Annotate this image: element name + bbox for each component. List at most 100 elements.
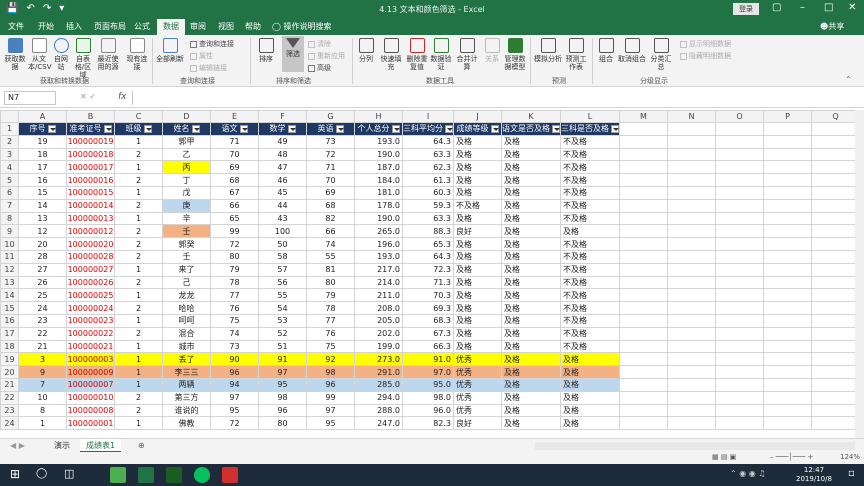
cell[interactable]: [763, 377, 812, 392]
insert-function-icon[interactable]: fx: [118, 92, 127, 102]
cell[interactable]: [619, 275, 668, 290]
cell[interactable]: [715, 403, 764, 418]
cell[interactable]: 及格: [501, 416, 561, 431]
cell[interactable]: [667, 339, 716, 354]
refresh-all-button[interactable]: 全部刷新: [156, 38, 184, 63]
windows-start-icon[interactable]: ⊞: [10, 467, 20, 481]
cell[interactable]: [811, 365, 860, 379]
cell[interactable]: 76: [210, 301, 259, 315]
cancel-confirm-icons[interactable]: ✕ ✓: [80, 92, 96, 101]
cell[interactable]: [763, 134, 812, 149]
data-validation-button[interactable]: 数据验证: [430, 38, 452, 71]
cell[interactable]: 59.3: [402, 198, 454, 213]
cell[interactable]: 291.0: [354, 365, 403, 379]
cell[interactable]: [667, 416, 716, 431]
row-header[interactable]: 15: [0, 301, 19, 315]
ungroup-button[interactable]: 取消组合: [618, 38, 646, 63]
cell[interactable]: 及格: [501, 249, 561, 264]
cell[interactable]: 69: [210, 160, 259, 175]
header-cell[interactable]: 三科平均分: [402, 122, 454, 136]
column-header[interactable]: O: [715, 110, 764, 123]
cell[interactable]: 100000016: [66, 173, 115, 187]
column-header[interactable]: E: [210, 110, 259, 123]
filter-dropdown-icon[interactable]: [552, 124, 560, 133]
row-header[interactable]: 7: [0, 198, 19, 213]
cell[interactable]: 壬: [162, 249, 211, 264]
cell[interactable]: 19: [18, 134, 67, 149]
cell[interactable]: 181.0: [354, 185, 403, 200]
cell[interactable]: 65: [210, 211, 259, 226]
remove-duplicates-button[interactable]: 删除重复值: [406, 38, 428, 71]
cell[interactable]: [715, 122, 764, 136]
cell[interactable]: 74: [306, 237, 355, 251]
cell[interactable]: 及格: [501, 390, 561, 405]
row-header[interactable]: 2: [0, 134, 19, 149]
cell[interactable]: 100000017: [66, 160, 115, 175]
text-to-columns-button[interactable]: 分列: [356, 38, 376, 63]
row-header[interactable]: 10: [0, 237, 19, 251]
cell[interactable]: [667, 134, 716, 149]
cell[interactable]: 不及格: [560, 301, 620, 315]
cell[interactable]: 100000014: [66, 198, 115, 213]
cell[interactable]: 及格: [453, 301, 502, 315]
cell[interactable]: 98.0: [402, 390, 454, 405]
cell[interactable]: 56: [258, 275, 307, 290]
cell[interactable]: 95: [306, 416, 355, 431]
cell[interactable]: [763, 275, 812, 290]
cell[interactable]: 及格: [501, 160, 561, 175]
cell[interactable]: [619, 403, 668, 418]
cell[interactable]: 9: [18, 365, 67, 379]
cell[interactable]: 214.0: [354, 275, 403, 290]
cell[interactable]: 66: [306, 224, 355, 239]
cell[interactable]: 及格: [501, 326, 561, 341]
cell[interactable]: 97: [258, 365, 307, 379]
cell[interactable]: 99: [306, 390, 355, 405]
cell[interactable]: 72: [210, 237, 259, 251]
cell[interactable]: 不及格: [560, 288, 620, 303]
cell[interactable]: [667, 147, 716, 162]
cell[interactable]: 1: [114, 262, 163, 277]
cell[interactable]: 及格: [501, 134, 561, 149]
row-header[interactable]: 22: [0, 390, 19, 405]
cell[interactable]: 13: [18, 211, 67, 226]
cell[interactable]: 壬: [162, 224, 211, 239]
select-all-corner[interactable]: [0, 110, 19, 123]
cell[interactable]: [763, 211, 812, 226]
row-header[interactable]: 1: [0, 122, 19, 136]
cell[interactable]: [667, 160, 716, 175]
cell[interactable]: [763, 147, 812, 162]
cell[interactable]: [763, 339, 812, 354]
column-header[interactable]: L: [560, 110, 620, 123]
tab-page-layout[interactable]: 页面布局: [94, 21, 126, 32]
sheet-tab-scores[interactable]: 成绩表1: [80, 439, 122, 453]
cell[interactable]: [667, 262, 716, 277]
header-cell[interactable]: 成绩等级: [453, 122, 502, 136]
cell[interactable]: 2: [114, 390, 163, 405]
cell[interactable]: 72: [210, 416, 259, 431]
row-header[interactable]: 19: [0, 352, 19, 367]
cell[interactable]: [715, 173, 764, 187]
cell[interactable]: 不及格: [560, 173, 620, 187]
cell[interactable]: 100000026: [66, 275, 115, 290]
cell[interactable]: 94: [210, 377, 259, 392]
vertical-scrollbar[interactable]: [855, 110, 864, 438]
cell[interactable]: 及格: [501, 237, 561, 251]
cell[interactable]: 2: [114, 326, 163, 341]
maximize-icon[interactable]: □: [824, 2, 833, 13]
cell[interactable]: 99: [210, 224, 259, 239]
edit-links-button[interactable]: 编辑链接: [190, 63, 227, 73]
cell[interactable]: [763, 122, 812, 136]
cell[interactable]: 64.3: [402, 249, 454, 264]
cell[interactable]: 52: [258, 326, 307, 341]
cell[interactable]: 1: [18, 416, 67, 431]
cell[interactable]: 27: [18, 262, 67, 277]
cell[interactable]: [811, 249, 860, 264]
cell[interactable]: [715, 390, 764, 405]
cell[interactable]: 7: [18, 377, 67, 392]
header-cell[interactable]: 姓名: [162, 122, 211, 136]
cell[interactable]: 及格: [501, 211, 561, 226]
cell[interactable]: 69.3: [402, 301, 454, 315]
cell[interactable]: 76: [306, 326, 355, 341]
cell[interactable]: [619, 301, 668, 315]
cell[interactable]: [619, 198, 668, 213]
